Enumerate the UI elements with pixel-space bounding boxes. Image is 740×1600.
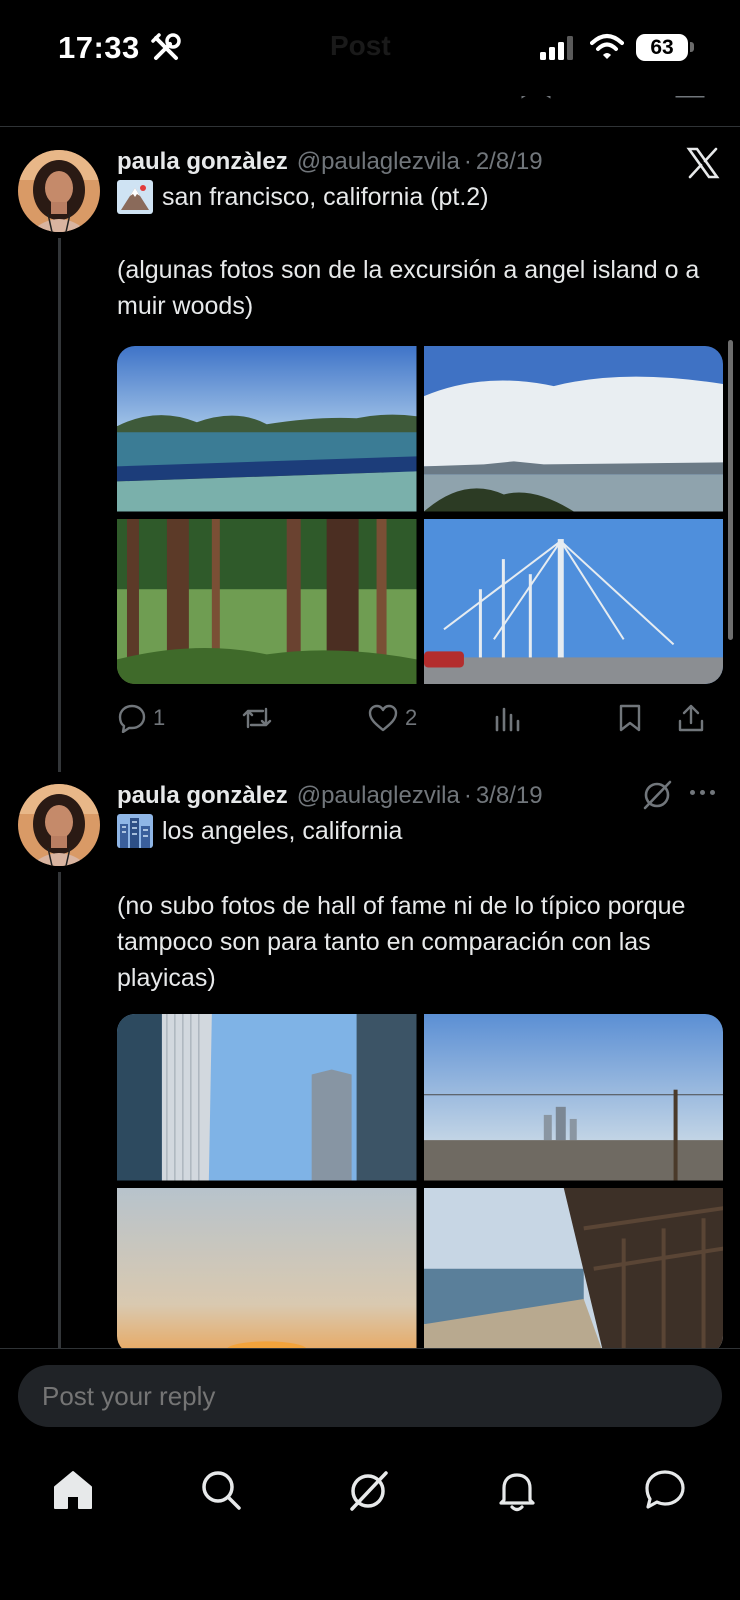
skyscrapers-photo[interactable] [117,1014,417,1181]
scrollbar[interactable] [728,340,733,640]
thread-line [58,238,61,772]
views-button[interactable] [493,698,521,738]
share-icon [678,704,704,732]
post-title-line: san francisco, california (pt.2) [117,180,489,214]
post-title-line: los angeles, california [117,814,402,848]
home-icon[interactable] [50,1467,96,1513]
status-time: 17:33 [58,30,140,65]
post-body: (algunas fotos son de la excursión a ang… [117,256,700,320]
redwood-forest-photo[interactable] [117,518,417,685]
post-header: paula gonzàlez @paulaglezvila · 3/8/19 [117,778,543,814]
la-skyline-photo[interactable] [423,1014,724,1181]
bookmark-icon [619,704,641,732]
separator-dot: · [463,782,472,809]
repost-icon [242,707,272,729]
views-chart-icon [495,707,520,732]
cityscape-emoji-icon [117,814,153,848]
media-grid [117,346,723,684]
like-button[interactable]: 2 [367,698,417,738]
media-grid [117,1014,723,1354]
bookmark-button[interactable] [617,698,643,738]
post-title: san francisco, california (pt.2) [162,182,489,211]
post-body: (no subo fotos de hall of fame ni de lo … [117,892,686,992]
wifi-icon [590,34,624,59]
author-handle[interactable]: @paulaglezvila [297,148,460,176]
cellular-signal-icon [540,36,573,60]
avatar[interactable] [18,150,100,232]
grok-icon[interactable] [346,1467,392,1513]
mount-fuji-emoji-icon [117,180,153,214]
reply-button[interactable]: 1 [117,698,165,738]
repost-button[interactable] [241,698,279,738]
more-options-icon[interactable] [690,790,715,795]
search-icon[interactable] [198,1467,244,1513]
bay-bridge-photo[interactable] [423,518,724,685]
like-count: 2 [405,705,418,730]
share-button[interactable] [677,698,705,738]
beach-pier-photo[interactable] [423,1187,724,1355]
post-header: paula gonzàlez @paulaglezvila · 2/8/19 [117,144,543,180]
bay-water-photo[interactable] [117,346,417,512]
reply-icon [118,704,146,733]
post-actions: 1 2 [117,698,717,738]
post-date[interactable]: 3/8/19 [476,782,543,810]
divider [0,126,740,127]
page-title: Post [330,30,391,61]
separator-dot: · [463,148,472,175]
status-bar: 17:33 Post 63 [0,0,740,96]
author-handle[interactable]: @paulaglezvila [297,782,460,810]
reply-count: 1 [153,705,166,730]
fog-skyline-photo[interactable] [423,346,724,512]
notifications-icon[interactable] [494,1467,540,1513]
bottom-area [0,1348,740,1600]
thread-line [58,872,61,1352]
messages-icon[interactable] [642,1467,688,1513]
author-name[interactable]: paula gonzàlez [117,782,288,810]
battery-indicator: 63 [636,34,688,61]
heart-icon [368,704,398,732]
avatar[interactable] [18,784,100,866]
x-logo-icon [686,147,720,179]
battery-nub [690,42,694,52]
reply-input[interactable] [18,1365,722,1427]
tools-icon [151,33,181,60]
post-date[interactable]: 2/8/19 [476,148,543,176]
grok-icon[interactable] [640,778,674,812]
sunset-photo[interactable] [117,1187,417,1355]
author-name[interactable]: paula gonzàlez [117,148,288,176]
post-title: los angeles, california [162,816,403,845]
